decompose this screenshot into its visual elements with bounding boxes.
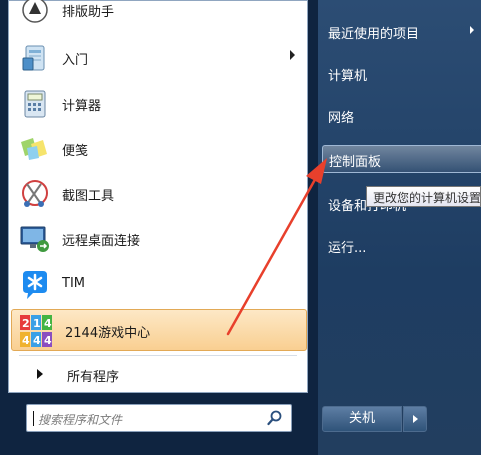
text-caret: [33, 411, 34, 426]
sticky-notes-icon: [19, 133, 51, 165]
program-label: TIM: [62, 276, 85, 291]
game-center-icon: 214 444: [20, 315, 52, 347]
svg-text:4: 4: [44, 317, 52, 330]
right-item-label: 运行...: [328, 241, 367, 256]
program-label: 计算器: [62, 99, 102, 114]
program-item-snipping-tool[interactable]: 截图工具: [9, 173, 307, 215]
submenu-arrow-icon: [290, 50, 295, 60]
all-programs-button[interactable]: 所有程序: [9, 356, 307, 392]
shutdown-options-button[interactable]: [403, 406, 427, 432]
right-item-network[interactable]: 网络: [328, 100, 481, 130]
typeset-assistant-icon: [19, 0, 51, 26]
svg-text:2: 2: [22, 317, 30, 330]
all-programs-label: 所有程序: [67, 370, 120, 385]
chevron-right-icon: [413, 415, 418, 423]
svg-text:1: 1: [33, 317, 41, 330]
program-item-calculator[interactable]: 计算器: [9, 83, 307, 125]
start-menu: 排版助手 入门 计算器 便笺 截图工具 远程桌面连接 TIM 2 1 4 4 4…: [0, 0, 481, 455]
search-placeholder: 搜索程序和文件: [38, 413, 123, 427]
program-item-remote-desktop[interactable]: 远程桌面连接: [9, 218, 307, 260]
right-item-label: 网络: [328, 111, 355, 126]
svg-text:4: 4: [33, 334, 41, 347]
svg-text:4: 4: [22, 334, 30, 347]
calculator-icon: [19, 88, 51, 120]
svg-text:4: 4: [44, 334, 52, 347]
search-input[interactable]: 搜索程序和文件: [26, 404, 292, 432]
remote-desktop-icon: [19, 223, 51, 255]
system-pane: 最近使用的项目 计算机 网络 控制面板 设备和打印机 运行...: [318, 0, 481, 455]
program-item-sticky-notes[interactable]: 便笺: [9, 128, 307, 170]
program-item-getting-started[interactable]: 入门: [9, 37, 307, 79]
tim-icon: [19, 269, 51, 301]
control-panel-tooltip: 更改您的计算机设置: [366, 186, 481, 207]
programs-list: 排版助手 入门 计算器 便笺 截图工具 远程桌面连接 TIM 2 1 4 4 4…: [8, 0, 308, 393]
program-item-typeset-assistant[interactable]: 排版助手: [9, 0, 307, 31]
expand-arrow-icon: [37, 369, 43, 379]
right-item-run[interactable]: 运行...: [328, 230, 481, 260]
program-label: 排版助手: [62, 5, 115, 20]
program-label: 截图工具: [62, 189, 115, 204]
right-item-label: 控制面板: [329, 155, 382, 170]
right-item-computer[interactable]: 计算机: [328, 58, 481, 88]
snipping-tool-icon: [19, 178, 51, 210]
right-item-label: 计算机: [328, 69, 368, 84]
program-label: 2144游戏中心: [65, 326, 151, 341]
program-label: 远程桌面连接: [62, 234, 141, 249]
search-icon[interactable]: [267, 410, 283, 426]
shutdown-button[interactable]: 关机: [322, 406, 402, 432]
program-item-game-center[interactable]: 214 444 2144游戏中心: [11, 309, 307, 351]
program-label: 入门: [62, 53, 89, 68]
right-item-control-panel[interactable]: 控制面板: [322, 145, 481, 173]
submenu-arrow-icon: [470, 26, 474, 34]
program-item-tim[interactable]: TIM: [9, 264, 307, 306]
right-item-recent-items[interactable]: 最近使用的项目: [328, 16, 481, 46]
right-item-label: 最近使用的项目: [328, 27, 420, 42]
programs-pane: 排版助手 入门 计算器 便笺 截图工具 远程桌面连接 TIM 2 1 4 4 4…: [0, 0, 318, 455]
getting-started-icon: [19, 42, 51, 74]
program-label: 便笺: [62, 144, 89, 159]
